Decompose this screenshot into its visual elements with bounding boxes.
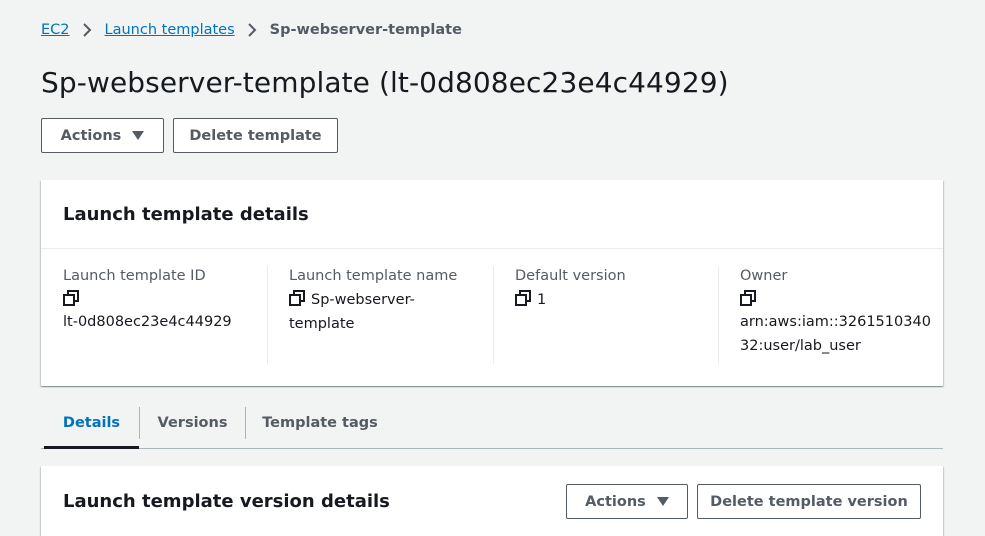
actions-button[interactable]: Actions [41,118,164,153]
breadcrumb-ec2-link[interactable]: EC2 [41,22,70,38]
delete-template-version-button[interactable]: Delete template version [697,484,921,519]
caret-down-icon [656,497,669,506]
launch-template-details-card: Launch template details Launch template … [41,180,943,386]
field-label: Owner [740,268,788,284]
version-actions-button-label: Actions [585,493,646,510]
chevron-right-icon [247,23,257,37]
page-title: Sp-webserver-template (lt-0d808ec23e4c44… [41,66,729,99]
tab-bar: Details Versions Template tags [41,397,943,449]
tab-details[interactable]: Details [44,397,139,449]
breadcrumb: EC2 Launch templates Sp-webserver-templa… [41,22,462,38]
field-label: Launch template ID [63,268,206,284]
card-title: Launch template details [41,180,943,249]
field-value: arn:aws:iam::3261510340 [740,314,931,330]
copy-icon[interactable] [289,290,305,306]
actions-button-label: Actions [60,127,122,144]
copy-icon[interactable] [740,290,756,306]
launch-template-version-details-card: Launch template version details Actions … [41,466,943,536]
field-owner: Owner arn:aws:iam::3261510340 32:user/la… [718,266,943,364]
field-value-continued: template [289,316,355,332]
field-label: Default version [515,268,626,284]
tab-template-tags[interactable]: Template tags [246,397,394,448]
field-value: 1 [537,292,547,308]
field-default-version: Default version 1 [493,266,718,364]
field-value: lt-0d808ec23e4c44929 [63,314,232,330]
field-value: Sp-webserver- [311,292,415,308]
breadcrumb-launch-templates-link[interactable]: Launch templates [105,22,235,38]
caret-down-icon [132,131,145,140]
field-label: Launch template name [289,268,458,284]
version-actions-button[interactable]: Actions [566,484,688,519]
breadcrumb-current: Sp-webserver-template [269,22,462,38]
details-grid: Launch template ID lt-0d808ec23e4c44929 … [41,266,943,364]
copy-icon[interactable] [515,290,531,306]
copy-icon[interactable] [63,290,79,306]
field-value-continued: 32:user/lab_user [740,338,861,354]
field-launch-template-id: Launch template ID lt-0d808ec23e4c44929 [41,266,267,364]
card-title: Launch template version details [63,491,390,512]
tab-versions[interactable]: Versions [140,397,245,448]
chevron-right-icon [82,23,92,37]
delete-template-button[interactable]: Delete template [173,118,338,153]
field-launch-template-name: Launch template name Sp-webserver- templ… [267,266,493,364]
